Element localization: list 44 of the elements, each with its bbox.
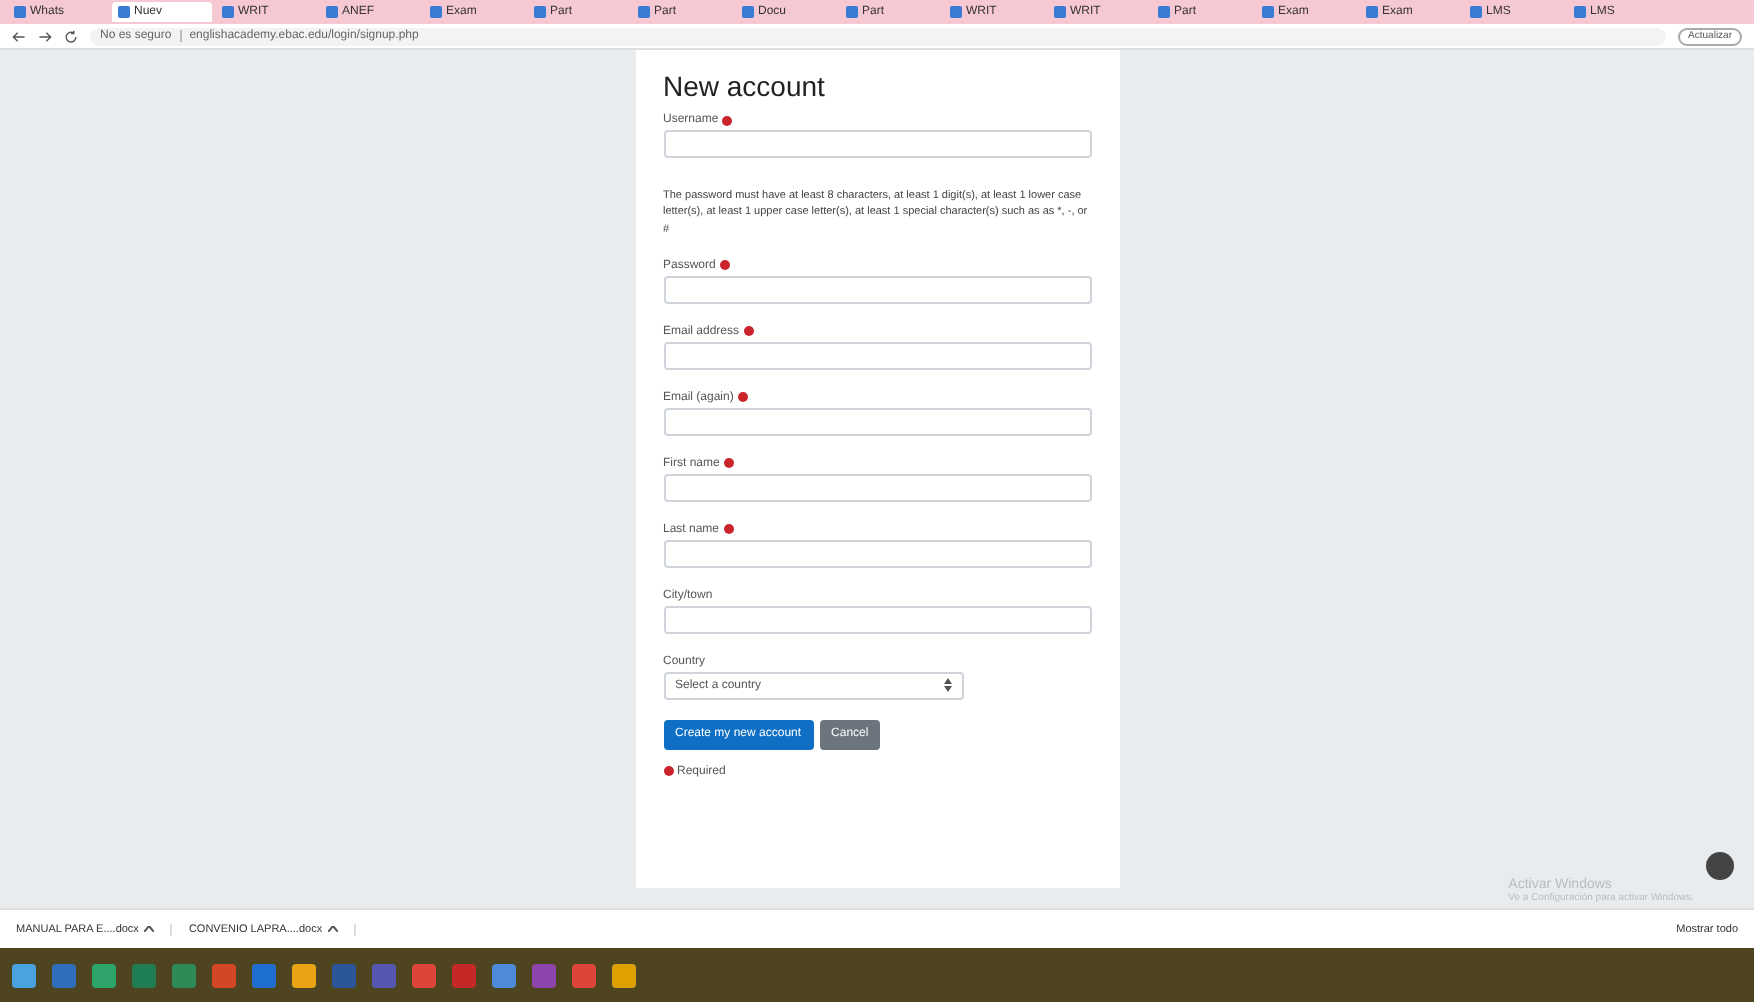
favicon-icon xyxy=(742,6,754,18)
app-icon[interactable] xyxy=(52,963,76,987)
favicon-icon xyxy=(14,6,26,18)
favicon-icon xyxy=(326,6,338,18)
favicon-icon xyxy=(1470,6,1482,18)
favicon-icon xyxy=(950,6,962,18)
chevron-up-icon[interactable] xyxy=(328,926,339,932)
favicon-icon xyxy=(222,6,234,18)
app-icon[interactable] xyxy=(572,963,596,987)
favicon-icon xyxy=(118,6,130,18)
favicon-icon xyxy=(534,6,546,18)
input-field[interactable] xyxy=(663,130,1091,158)
sort-arrows-icon xyxy=(943,678,951,693)
favicon-icon xyxy=(1574,6,1586,18)
input-field[interactable] xyxy=(663,275,1091,304)
reload-icon[interactable] xyxy=(64,29,78,43)
input-field[interactable] xyxy=(663,605,1091,634)
input-field[interactable] xyxy=(663,407,1091,436)
favicon-icon xyxy=(1054,6,1066,18)
form-title: New account xyxy=(663,70,827,102)
required-icon xyxy=(663,766,673,777)
app-icon[interactable] xyxy=(172,963,196,987)
app-icon[interactable] xyxy=(92,963,116,987)
chevron-up-icon[interactable] xyxy=(144,926,155,932)
app-icon[interactable] xyxy=(292,963,316,987)
favicon-icon xyxy=(430,6,442,18)
app-icon[interactable] xyxy=(412,963,436,987)
app-icon[interactable] xyxy=(612,963,636,987)
input-field[interactable] xyxy=(663,473,1091,502)
app-icon[interactable] xyxy=(12,963,36,987)
input-field[interactable] xyxy=(663,341,1091,370)
favicon-icon xyxy=(638,6,650,18)
favicon-icon xyxy=(1366,6,1378,18)
input-field[interactable] xyxy=(663,539,1091,568)
back-icon[interactable] xyxy=(12,29,26,43)
favicon-icon xyxy=(846,6,858,18)
forward-icon[interactable] xyxy=(38,29,52,43)
favicon-icon xyxy=(1158,6,1170,18)
app-icon[interactable] xyxy=(252,963,276,987)
app-icon[interactable] xyxy=(492,963,516,987)
favicon-icon xyxy=(1262,6,1274,18)
help-icon[interactable] xyxy=(1706,852,1734,880)
app-icon[interactable] xyxy=(212,963,236,987)
app-icon[interactable] xyxy=(132,963,156,987)
